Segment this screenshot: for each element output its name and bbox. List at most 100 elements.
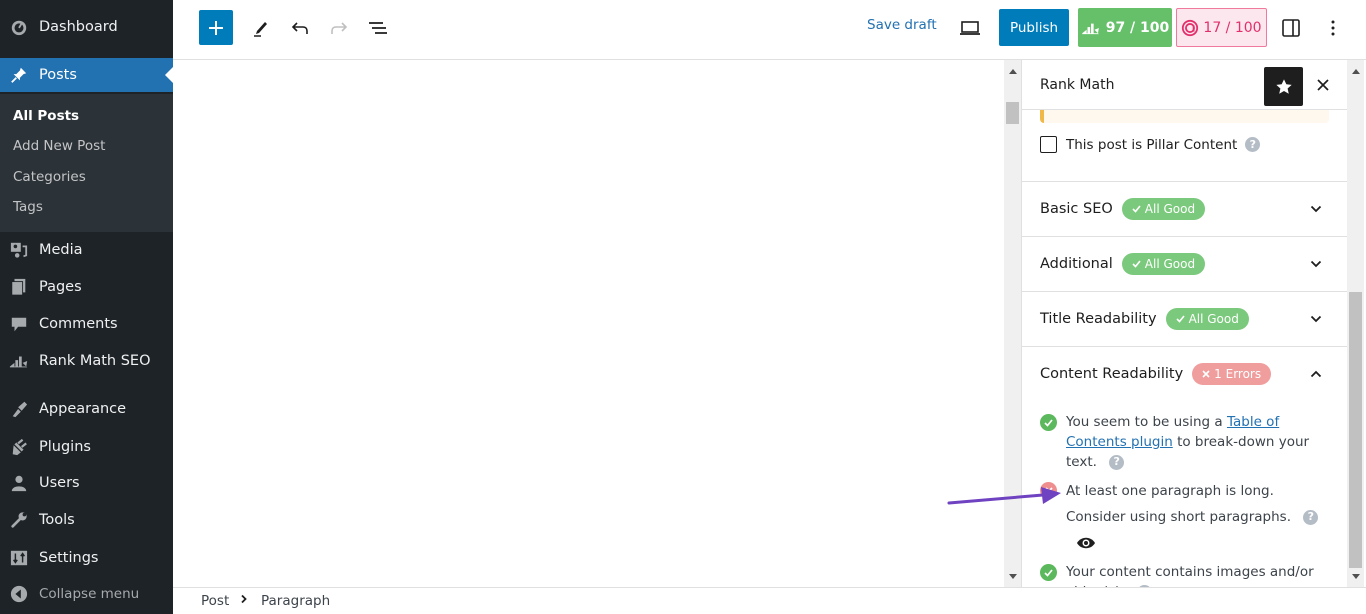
submenu-categories[interactable]: Categories [13,169,86,185]
check-item: Your content contains images and/or vide… [1040,562,1330,587]
dashboard-icon [9,17,29,37]
sidebar-scrollbar[interactable] [1347,60,1364,587]
tools-edit-button[interactable] [249,16,273,40]
check-icon [1175,315,1185,323]
submenu-tags[interactable]: Tags [13,199,43,215]
close-sidebar-button[interactable] [1312,74,1334,96]
collapse-menu-button[interactable]: Collapse menu [0,577,173,611]
help-icon[interactable]: ? [1109,454,1125,470]
menu-label: Plugins [39,439,91,455]
help-icon[interactable]: ? [1245,137,1261,152]
plus-icon [209,20,223,35]
rank-math-icon [1081,23,1099,34]
check-icon [1132,260,1141,268]
badge-label: All Good [1144,257,1196,271]
content-ai-score-button[interactable]: 17 / 100 [1176,8,1267,47]
admin-menu: Dashboard Posts All Posts Add New Post C… [0,0,173,614]
section-additional[interactable]: Additional All Good [1022,236,1347,291]
help-icon[interactable]: ? [1303,509,1319,525]
rank-math-seo-score-button[interactable]: 97 / 100 [1078,8,1172,47]
more-vertical-icon [1331,20,1335,36]
content-ai-icon [1182,19,1199,36]
plugins-icon [9,437,29,457]
chevron-down-icon[interactable] [1310,313,1322,325]
menu-item-pages[interactable]: Pages [0,270,173,304]
menu-item-plugins[interactable]: Plugins [0,430,173,464]
menu-label: Appearance [39,401,127,417]
scroll-down-arrow[interactable] [1004,569,1021,583]
rank-math-sidebar: Rank Math This post is Pillar Content ? … [1021,60,1347,587]
section-title-readability[interactable]: Title Readability All Good [1022,291,1347,346]
tools-icon [9,510,29,530]
check-pass-icon [1040,564,1057,581]
breadcrumb-paragraph[interactable]: Paragraph [261,593,330,609]
status-badge: All Good [1121,198,1206,220]
menu-label: Rank Math SEO [39,353,151,369]
collapse-icon [9,584,29,604]
chevron-down-icon[interactable] [1310,203,1322,215]
x-icon [1202,370,1210,378]
status-badge: 1 Errors [1192,363,1272,385]
section-content-readability[interactable]: Content Readability 1 Errors [1022,346,1347,401]
menu-item-settings[interactable]: Settings [0,541,173,575]
pages-icon [9,277,29,297]
document-overview-button[interactable] [366,16,390,40]
menu-item-appearance[interactable]: Appearance [0,392,173,426]
scroll-up-arrow[interactable] [1004,64,1021,78]
pillar-content-label: This post is Pillar Content [1066,136,1238,153]
pin-sidebar-button[interactable] [1264,67,1303,106]
submenu-all-posts[interactable]: All Posts [13,108,79,124]
menu-label: Pages [39,279,82,295]
menu-item-tools[interactable]: Tools [0,503,173,537]
undo-button[interactable] [288,16,312,40]
options-menu-button[interactable] [1321,16,1345,40]
scroll-down-arrow[interactable] [1347,569,1364,583]
menu-label: Tools [39,512,75,528]
laptop-icon [960,21,980,35]
close-icon [1317,79,1329,91]
check-icon [1132,205,1141,213]
ai-score: 17 / 100 [1203,19,1262,36]
preview-button[interactable] [957,16,983,40]
menu-item-comments[interactable]: Comments [0,307,173,341]
section-basic-seo[interactable]: Basic SEO All Good [1022,181,1347,236]
submenu-add-new-post[interactable]: Add New Post [13,138,105,154]
chevron-down-icon[interactable] [1310,258,1322,270]
menu-item-posts[interactable]: Posts [0,58,173,92]
menu-item-media[interactable]: Media [0,233,173,267]
chevron-right-icon [240,592,248,608]
menu-label: Users [39,475,80,491]
scroll-up-arrow[interactable] [1347,64,1364,78]
status-badge: All Good [1121,253,1206,275]
pillar-content-option[interactable]: This post is Pillar Content ? [1040,136,1261,153]
editor-canvas[interactable] [173,60,1004,587]
pillar-content-checkbox[interactable] [1040,136,1057,153]
section-title: Additional [1040,256,1113,272]
publish-button[interactable]: Publish [999,9,1069,46]
badge-label: All Good [1188,312,1239,326]
menu-item-users[interactable]: Users [0,466,173,500]
scroll-thumb[interactable] [1006,102,1019,124]
collapse-label: Collapse menu [39,586,140,602]
chevron-up-icon[interactable] [1310,368,1322,380]
add-block-button[interactable] [199,10,233,45]
scroll-thumb[interactable] [1349,292,1362,568]
badge-label: 1 Errors [1214,367,1262,381]
check-item: You seem to be using a Table of Contents… [1040,412,1330,472]
menu-item-dashboard[interactable]: Dashboard [0,10,173,44]
badge-label: All Good [1144,202,1196,216]
redo-button[interactable] [327,16,351,40]
notice-box [1040,110,1329,123]
check-pass-icon [1040,414,1057,431]
settings-sidebar-toggle[interactable] [1279,16,1303,40]
menu-label: Dashboard [39,19,118,35]
save-draft-button[interactable]: Save draft [867,17,937,33]
settings-icon [9,548,29,568]
check-fail-icon [1040,482,1057,499]
breadcrumb-post[interactable]: Post [201,593,229,609]
redo-icon [331,22,348,34]
eye-icon[interactable] [1076,536,1096,550]
sidebar-title: Rank Math [1040,77,1115,93]
menu-item-rank-math[interactable]: Rank Math SEO [0,344,173,378]
canvas-scrollbar[interactable] [1004,60,1021,587]
